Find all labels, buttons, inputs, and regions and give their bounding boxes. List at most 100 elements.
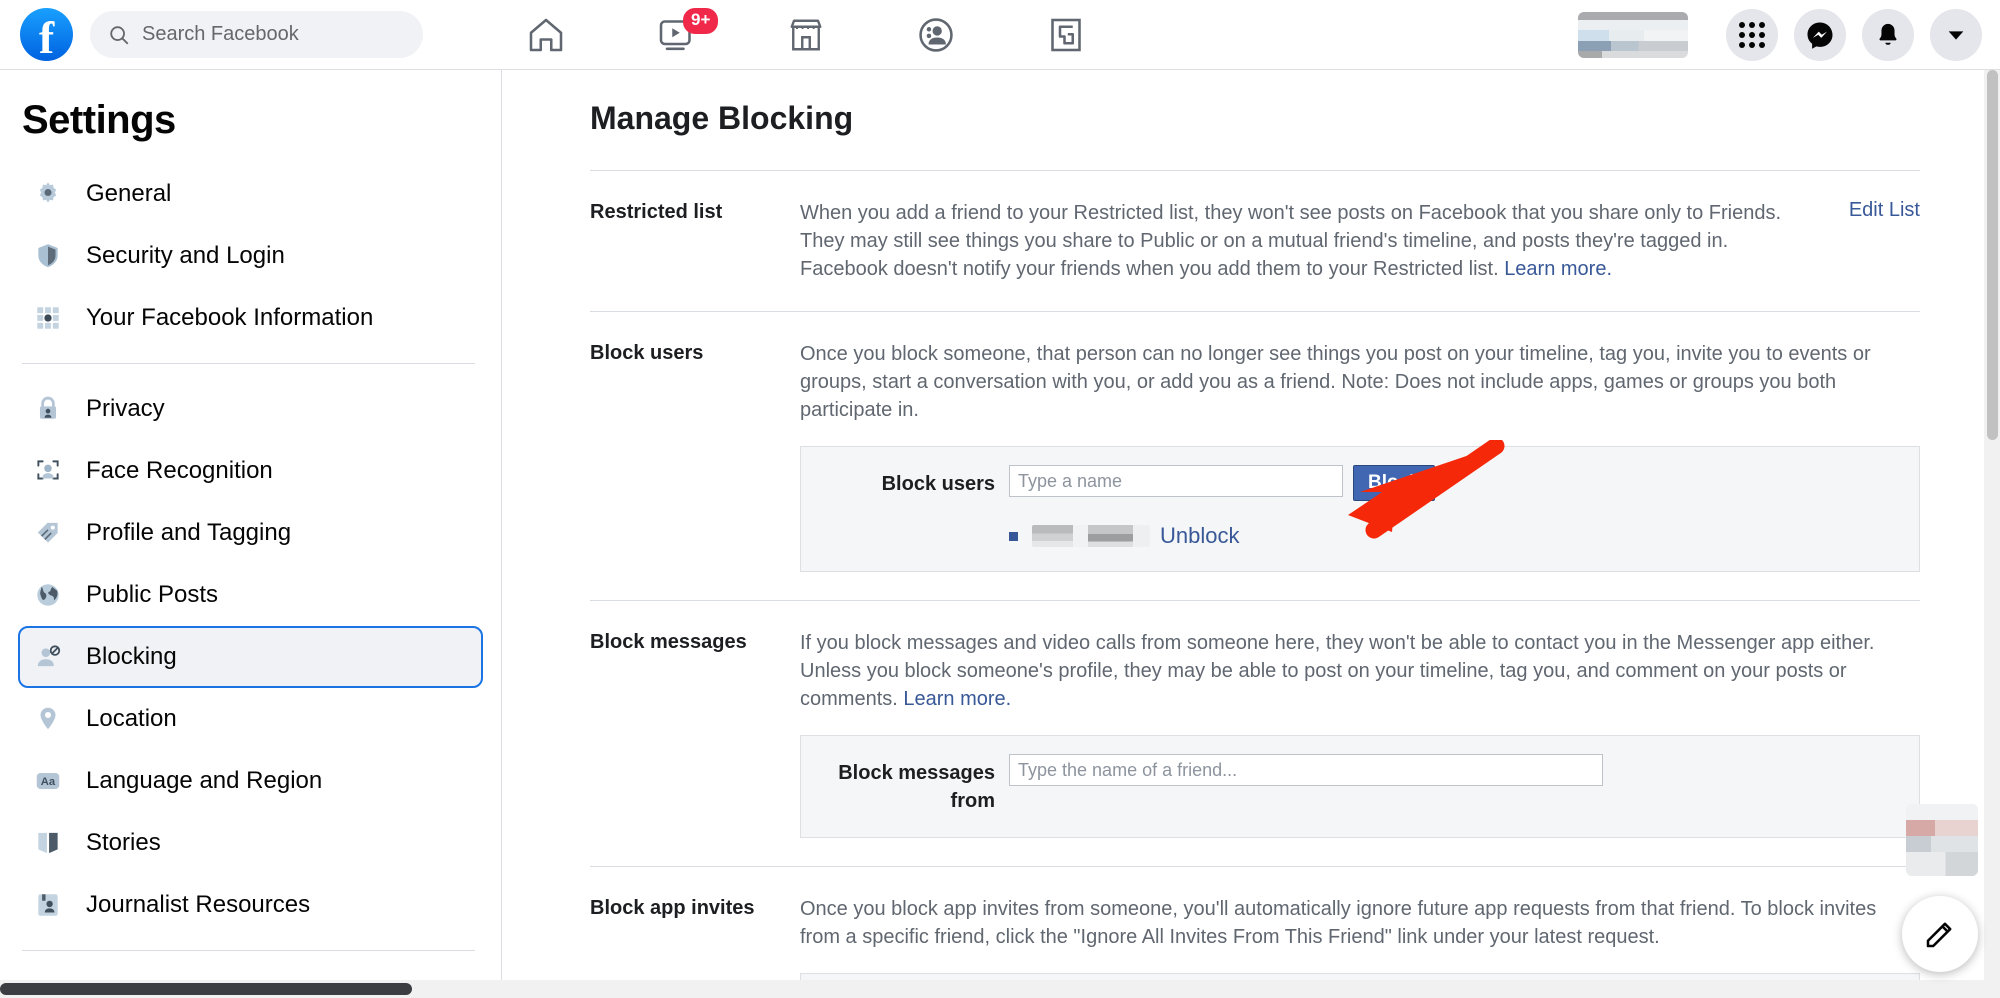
sidebar-title: Settings: [22, 98, 176, 142]
section-block-app-invites: Block app invites Once you block app inv…: [590, 866, 1920, 998]
id-badge-icon: [28, 885, 68, 925]
vertical-scrollbar-thumb[interactable]: [1987, 70, 1998, 440]
compose-message-button[interactable]: [1902, 896, 1978, 972]
account-chevron-down-icon: [1948, 31, 1964, 40]
section-label: Block messages: [590, 631, 747, 653]
sidebar-item-journalist-resources[interactable]: Journalist Resources: [18, 874, 483, 936]
sidebar-item-general[interactable]: General: [18, 163, 483, 225]
sidebar-item-face-recognition[interactable]: Face Recognition: [18, 440, 483, 502]
sidebar-item-public-posts[interactable]: Public Posts: [18, 564, 483, 626]
block-messages-form: Block messages from: [800, 735, 1920, 838]
learn-more-link[interactable]: Learn more.: [903, 688, 1011, 710]
section-description: If you block messages and video calls fr…: [800, 629, 1920, 713]
sidebar-item-label: Public Posts: [86, 581, 219, 608]
watch-badge-count: 9+: [683, 7, 719, 34]
page-title: Manage Blocking: [590, 100, 854, 136]
blocked-user-row: Unblock: [801, 523, 1919, 549]
block-users-field-label: Block users: [881, 473, 995, 495]
book-icon: [28, 823, 68, 863]
unblock-link[interactable]: Unblock: [1160, 523, 1239, 549]
blocked-user-name-blurred: [1032, 525, 1150, 547]
block-messages-input[interactable]: [1009, 754, 1603, 786]
nav-watch[interactable]: 9+: [611, 4, 741, 66]
main-content: Manage Blocking Restricted list When you…: [502, 70, 1980, 998]
section-description: Once you block app invites from someone,…: [800, 898, 1877, 948]
sidebar-item-blocking[interactable]: Blocking: [18, 626, 483, 688]
sidebar-item-location[interactable]: Location: [18, 688, 483, 750]
nav-gaming[interactable]: [1001, 4, 1131, 66]
facebook-logo-icon[interactable]: f: [20, 8, 73, 61]
marketplace-store-icon: [790, 19, 822, 50]
messenger-button[interactable]: [1794, 9, 1846, 61]
vertical-scrollbar-track[interactable]: [1984, 70, 2000, 998]
language-aa-icon: Aa: [28, 761, 68, 801]
horizontal-scrollbar-track[interactable]: [0, 980, 2000, 998]
search-bar[interactable]: [90, 11, 423, 58]
location-pin-icon: [28, 699, 68, 739]
floating-chat-thumbnail[interactable]: [1906, 804, 1978, 876]
nav-groups[interactable]: [871, 4, 1001, 66]
sidebar-item-label: Security and Login: [86, 242, 285, 269]
apps-menu-button[interactable]: [1726, 9, 1778, 61]
settings-sidebar: Settings General Security and Login Your…: [0, 70, 502, 998]
edit-list-link[interactable]: Edit List: [1820, 199, 1920, 283]
compose-pencil-icon: [1926, 922, 1952, 948]
gaming-icon: [1051, 18, 1081, 51]
sidebar-item-language-and-region[interactable]: Aa Language and Region: [18, 750, 483, 812]
shield-icon: [28, 236, 68, 276]
messenger-icon: [1807, 22, 1833, 49]
top-navigation-bar: f 9+: [0, 0, 2000, 70]
learn-more-link[interactable]: Learn more.: [1504, 258, 1612, 280]
nav-marketplace[interactable]: [741, 4, 871, 66]
sidebar-item-security-and-login[interactable]: Security and Login: [18, 225, 483, 287]
section-label: Restricted list: [590, 201, 723, 223]
sidebar-item-your-facebook-information[interactable]: Your Facebook Information: [18, 287, 483, 349]
horizontal-scrollbar-thumb[interactable]: [0, 983, 412, 995]
profile-chip-blurred[interactable]: [1578, 12, 1688, 58]
tag-icon: [28, 513, 68, 553]
sidebar-group-privacy: Privacy Face Recognition Profile and Tag…: [18, 378, 483, 936]
sidebar-item-label: General: [86, 180, 172, 207]
search-icon: [110, 25, 129, 44]
lock-icon: [28, 389, 68, 429]
sidebar-item-label: Face Recognition: [86, 457, 273, 484]
sidebar-item-label: Your Facebook Information: [86, 304, 374, 331]
sidebar-item-profile-and-tagging[interactable]: Profile and Tagging: [18, 502, 483, 564]
block-button[interactable]: Block: [1353, 465, 1435, 501]
section-label: Block users: [590, 342, 704, 364]
facebook-logo-letter: f: [38, 11, 55, 63]
nav-home[interactable]: [481, 4, 611, 66]
section-description: When you add a friend to your Restricted…: [800, 199, 1820, 283]
section-description-text: When you add a friend to your Restricted…: [800, 202, 1782, 280]
sidebar-item-label: Journalist Resources: [86, 891, 311, 918]
primary-nav: 9+: [481, 4, 1131, 66]
sidebar-item-label: Location: [86, 705, 177, 732]
search-input[interactable]: [142, 23, 402, 46]
sidebar-item-stories[interactable]: Stories: [18, 812, 483, 874]
sidebar-item-label: Blocking: [86, 643, 177, 670]
globe-icon: [28, 575, 68, 615]
header-right-controls: [1578, 0, 1982, 70]
sidebar-item-privacy[interactable]: Privacy: [18, 378, 483, 440]
groups-people-icon: [919, 17, 953, 52]
home-icon: [529, 18, 563, 51]
nine-dot-menu-icon: [1739, 22, 1765, 48]
sidebar-group-account: General Security and Login Your Facebook…: [18, 163, 483, 349]
block-user-icon: [28, 637, 68, 677]
list-bullet-icon: [1009, 531, 1018, 541]
sidebar-divider-bottom: [22, 950, 475, 951]
block-messages-field-label: Block messages from: [838, 762, 995, 812]
section-restricted-list: Restricted list When you add a friend to…: [590, 171, 1920, 283]
sidebar-divider: [22, 363, 475, 364]
account-menu-button[interactable]: [1930, 9, 1982, 61]
block-users-input[interactable]: [1009, 465, 1343, 497]
sidebar-item-label: Profile and Tagging: [86, 519, 292, 546]
sidebar-item-label: Language and Region: [86, 767, 323, 794]
face-recognition-icon: [28, 451, 68, 491]
section-block-users: Block users Once you block someone, that…: [590, 311, 1920, 572]
gear-icon: [28, 174, 68, 214]
section-description: Once you block someone, that person can …: [800, 343, 1871, 421]
sidebar-item-label: Privacy: [86, 395, 165, 422]
section-block-messages: Block messages If you block messages and…: [590, 600, 1920, 838]
notifications-button[interactable]: [1862, 9, 1914, 61]
